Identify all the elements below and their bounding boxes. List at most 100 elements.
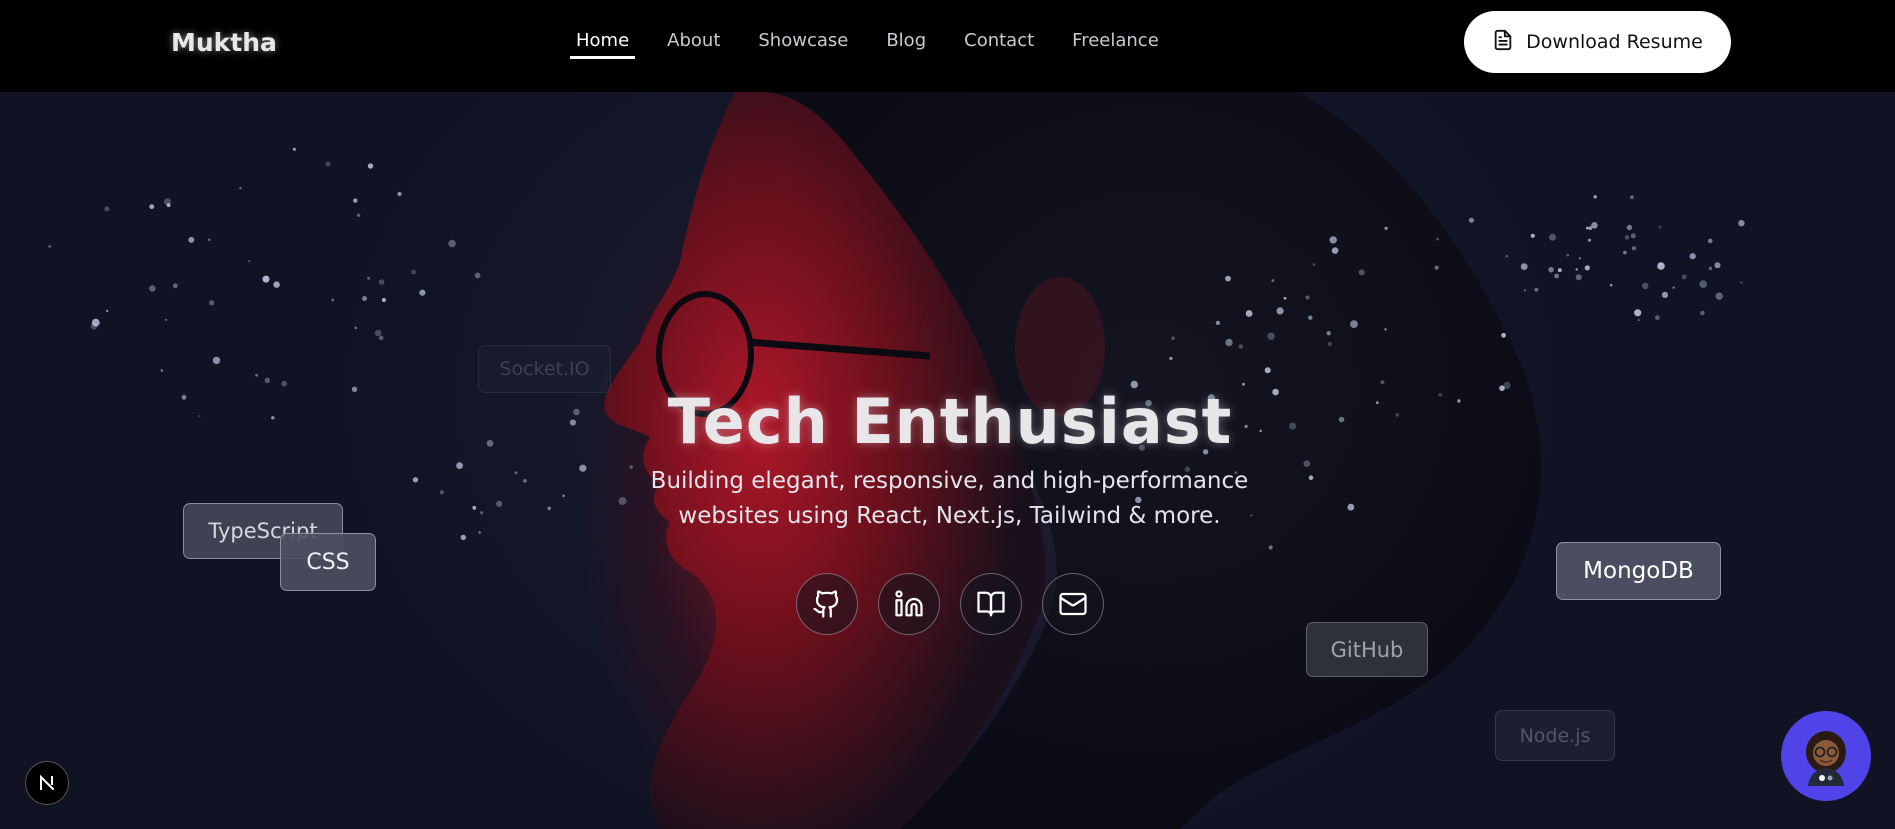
particle-dot (472, 505, 477, 510)
particle-dot (1264, 367, 1271, 374)
particle-dot (1358, 269, 1365, 276)
particle-dot (1169, 356, 1173, 360)
particle-dot (1658, 225, 1662, 229)
particle-dot (1305, 295, 1310, 300)
particle-dot (273, 281, 280, 288)
nav-link-blog[interactable]: Blog (886, 30, 926, 59)
particle-dot (1225, 275, 1231, 282)
particle-dot (1708, 266, 1713, 271)
mail-icon (1059, 592, 1087, 616)
particle-dot (1634, 309, 1642, 317)
tech-tag-mongodb: MongoDB (1556, 542, 1721, 600)
particle-dot (439, 490, 444, 495)
particle-dot (1623, 250, 1627, 255)
nav-link-contact[interactable]: Contact (964, 30, 1034, 59)
particle-dot (1380, 380, 1385, 385)
particle-dot (1631, 246, 1636, 251)
particle-dot (460, 534, 466, 541)
particle-dot (1530, 233, 1535, 238)
particle-dot (523, 479, 527, 483)
particle-dot (412, 477, 419, 483)
particle-dot (1575, 274, 1582, 281)
particle-dot (1642, 282, 1649, 290)
particle-dot (1384, 226, 1388, 230)
particle-dot (239, 187, 242, 190)
particle-dot (106, 309, 109, 312)
github-link[interactable] (796, 573, 858, 635)
particle-dot (1707, 238, 1713, 244)
particle-dot (562, 494, 565, 498)
hero-title: Tech Enthusiast (667, 385, 1233, 458)
particle-dot (378, 335, 384, 341)
nav-link-home[interactable]: Home (570, 30, 636, 59)
particle-dot (160, 369, 164, 372)
particle-dot (172, 283, 178, 289)
social-links (796, 573, 1104, 635)
github-icon (813, 590, 839, 618)
particle-dot (478, 531, 481, 534)
download-resume-button[interactable]: Download Resume (1464, 11, 1731, 73)
particle-dot (1520, 263, 1528, 270)
blog-link[interactable] (960, 573, 1022, 635)
particle-dot (1700, 310, 1705, 316)
particle-dot (1554, 273, 1559, 279)
particle-dot (1548, 266, 1554, 273)
particle-dot (1681, 274, 1687, 280)
particle-dot (1225, 338, 1233, 347)
particle-dot (381, 298, 386, 302)
particle-dot (1624, 235, 1630, 240)
nav-links: Home About Showcase Blog Contact Freelan… (570, 30, 1197, 59)
particle-dot (456, 462, 463, 469)
particle-dot (448, 239, 456, 248)
particle-dot (1505, 254, 1509, 258)
particle-dot (1584, 265, 1590, 271)
particle-dot (1308, 315, 1313, 320)
particle-dot (1276, 307, 1284, 315)
particle-dot (1523, 289, 1526, 292)
particle-dot (1588, 238, 1591, 242)
particle-dot (149, 285, 156, 292)
nextjs-dev-badge[interactable] (25, 761, 69, 805)
particle-dot (90, 323, 98, 330)
book-open-icon (977, 591, 1005, 617)
particle-dot (1672, 286, 1675, 289)
particle-dot (1699, 280, 1708, 288)
particle-dot (378, 279, 385, 285)
nav-link-showcase[interactable]: Showcase (758, 30, 848, 59)
particle-dot (353, 198, 358, 203)
particle-dot (104, 206, 110, 212)
nav-link-about[interactable]: About (667, 30, 720, 59)
tech-tag-css: CSS (280, 533, 376, 591)
particle-dot (411, 269, 416, 275)
particle-dot (514, 471, 518, 475)
tech-tag-github: GitHub (1306, 622, 1428, 677)
particle-dot (149, 204, 155, 210)
particle-dot (1384, 328, 1387, 331)
particle-dot (1347, 503, 1355, 511)
particle-dot (188, 236, 195, 243)
particle-dot (1534, 287, 1539, 292)
avatar-icon (1806, 731, 1846, 786)
particle-dot (292, 147, 296, 151)
particle-dot (362, 296, 367, 301)
particle-dot (1610, 284, 1613, 287)
particle-dot (164, 198, 171, 206)
linkedin-icon (895, 590, 923, 617)
chat-assistant-button[interactable] (1781, 711, 1871, 801)
particle-dot (367, 276, 370, 280)
particle-dot (248, 260, 251, 263)
brand-logo[interactable]: Muktha (171, 28, 277, 57)
email-link[interactable] (1042, 573, 1104, 635)
particle-dot (1501, 332, 1506, 338)
particle-dot (1329, 236, 1337, 244)
navbar: Muktha Home About Showcase Blog Contact … (0, 0, 1895, 92)
particle-dot (1283, 296, 1287, 300)
particle-dot (1578, 257, 1581, 260)
particle-dot (1303, 460, 1311, 467)
particle-dot (1630, 233, 1636, 239)
particle-dot (1740, 281, 1743, 284)
particle-dot (547, 506, 551, 511)
particle-dot (1630, 195, 1634, 199)
linkedin-link[interactable] (878, 573, 940, 635)
nav-link-freelance[interactable]: Freelance (1072, 30, 1159, 59)
